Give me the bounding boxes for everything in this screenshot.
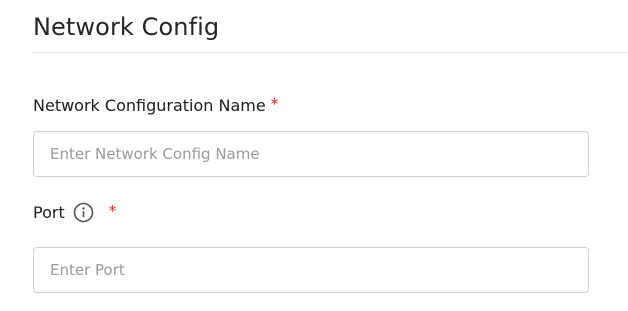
port-label-text: Port xyxy=(33,203,65,222)
required-indicator: * xyxy=(108,201,117,220)
required-indicator: * xyxy=(270,94,279,113)
network-config-name-label-text: Network Configuration Name xyxy=(33,96,266,115)
port-input[interactable] xyxy=(33,247,589,293)
network-config-name-input[interactable] xyxy=(33,131,589,177)
page-title: Network Config xyxy=(33,13,220,41)
page-header: Network Config xyxy=(33,0,628,53)
network-config-name-label: Network Configuration Name * xyxy=(33,94,279,116)
port-label: Port * xyxy=(33,202,116,223)
info-circle-icon[interactable] xyxy=(73,202,94,223)
